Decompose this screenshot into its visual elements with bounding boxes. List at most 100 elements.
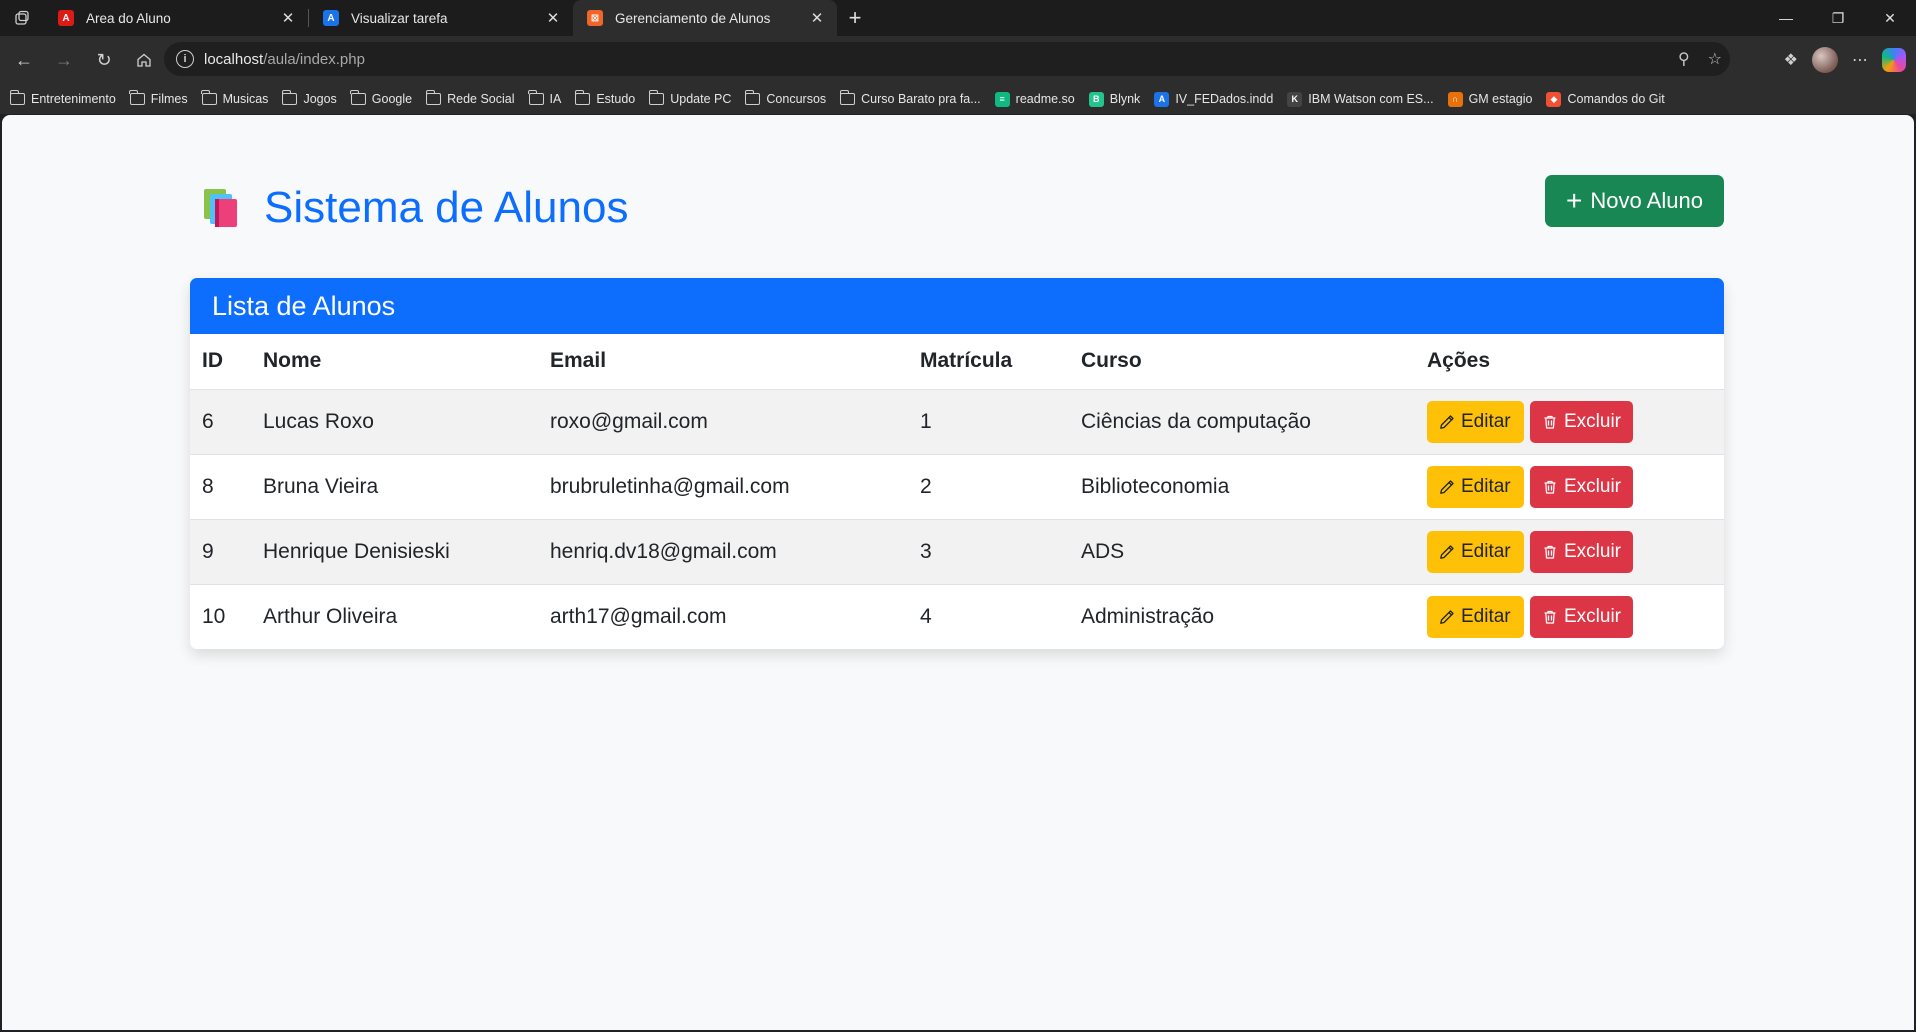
tab-strip: A Area do Aluno ✕ A Visualizar tarefa ✕ ⊠ Geren… [0, 0, 1916, 36]
delete-label: Excluir [1564, 540, 1622, 562]
browser-tab[interactable]: ⊠ Gerenciamento de Alunos ✕ [573, 0, 837, 36]
site-favicon-icon: ◆ [1546, 91, 1562, 107]
site-favicon-icon: K [1287, 91, 1303, 107]
bookmark-label: Update PC [670, 92, 732, 106]
cell-matricula: 2 [908, 454, 1069, 520]
browser-tab[interactable]: A Visualizar tarefa ✕ [309, 0, 573, 36]
students-table: ID Nome Email Matrícula Curso Ações 6 Luc… [190, 334, 1724, 649]
forward-button[interactable]: → [44, 42, 84, 78]
cell-id: 6 [190, 389, 251, 455]
column-header-acoes: Ações [1415, 334, 1724, 390]
bookmark-item[interactable]: K IBM Watson com ES... [1287, 91, 1441, 107]
column-header-email: Email [538, 334, 908, 390]
tab-close-icon[interactable]: ✕ [278, 8, 298, 28]
bookmark-label: Rede Social [447, 92, 515, 106]
pencil-icon [1439, 414, 1455, 430]
bookmark-label: IBM Watson com ES... [1308, 92, 1434, 106]
bookmark-item[interactable]: ◆ Comandos do Git [1546, 91, 1672, 107]
new-tab-button[interactable]: + [837, 0, 873, 36]
site-favicon-icon: ≡ [994, 91, 1010, 107]
extensions-icon[interactable]: ❖ [1784, 50, 1798, 70]
minimize-button[interactable]: — [1760, 0, 1812, 36]
cell-acoes: Editar Excluir [1415, 389, 1724, 455]
column-header-id: ID [190, 334, 251, 390]
bookmarks-bar: Entretenimento Filmes Musicas Jogos Google Re… [0, 84, 1916, 114]
browser-tab[interactable]: A Area do Aluno ✕ [44, 0, 308, 36]
new-student-label: Novo Aluno [1590, 188, 1703, 213]
bookmark-label: IA [549, 92, 562, 106]
tab-title: Gerenciamento de Alunos [615, 10, 771, 26]
folder-icon [281, 90, 298, 105]
delete-label: Excluir [1564, 475, 1622, 497]
cell-nome: Lucas Roxo [251, 389, 538, 455]
more-menu-icon[interactable]: ⋯ [1852, 50, 1868, 70]
card-title: Lista de Alunos [190, 278, 1724, 334]
reload-button[interactable]: ↻ [84, 42, 124, 78]
bookmark-item[interactable]: Concursos [744, 90, 834, 106]
folder-icon [350, 90, 366, 105]
edit-label: Editar [1461, 605, 1511, 627]
page-title: Sistema de Alunos [264, 183, 629, 232]
bookmark-item[interactable]: Estudo [574, 90, 643, 106]
table-row: 10 Arthur Oliveira arth17@gmail.com 4 Admini… [190, 584, 1724, 649]
copilot-icon[interactable] [1882, 48, 1906, 72]
bookmark-item[interactable]: Curso Barato pra fa... [839, 90, 989, 106]
bookmark-item[interactable]: Google [350, 90, 420, 106]
bookmark-item[interactable]: Entretenimento [9, 90, 124, 106]
bookmark-item[interactable]: A IV_FEDados.indd [1154, 91, 1281, 107]
column-header-nome: Nome [251, 334, 538, 390]
cell-id: 8 [190, 454, 251, 520]
folder-icon [9, 90, 25, 105]
favorite-star-icon[interactable]: ☆ [1708, 49, 1722, 69]
folder-icon [129, 90, 145, 105]
edit-button[interactable]: Editar [1427, 465, 1524, 508]
delete-button[interactable]: Excluir [1530, 465, 1633, 508]
edit-button[interactable]: Editar [1427, 400, 1524, 443]
cell-acoes: Editar Excluir [1415, 584, 1724, 649]
restore-button[interactable]: ❐ [1812, 0, 1864, 36]
column-header-matricula: Matrícula [908, 334, 1069, 390]
bookmark-label: Estudo [596, 92, 636, 106]
bookmark-item[interactable]: Jogos [281, 90, 344, 106]
table-row: 6 Lucas Roxo roxo@gmail.com 1 Ciências da co… [190, 389, 1724, 455]
bookmark-item[interactable]: Filmes [129, 90, 196, 106]
bookmark-item[interactable]: B Blynk [1088, 91, 1149, 107]
cell-matricula: 3 [908, 519, 1069, 585]
delete-button[interactable]: Excluir [1530, 530, 1633, 573]
cell-nome: Henrique Denisieski [251, 519, 538, 585]
bookmark-item[interactable]: Musicas [201, 90, 277, 106]
home-button[interactable] [124, 42, 164, 78]
address-bar[interactable]: i localhost/aula/index.php ⚲ ☆ [164, 42, 1730, 76]
table-header-row: ID Nome Email Matrícula Curso Ações [190, 334, 1724, 390]
bookmark-label: Curso Barato pra fa... [861, 92, 981, 106]
pencil-icon [1439, 609, 1455, 625]
profile-avatar[interactable] [1812, 47, 1838, 73]
bookmark-label: GM estagio [1468, 92, 1533, 106]
navigation-bar: ← → ↻ i localhost/aula/index.php ⚲ ☆ ❖ ⋯ [0, 36, 1916, 84]
tab-close-icon[interactable]: ✕ [543, 8, 563, 28]
edit-label: Editar [1461, 540, 1511, 562]
workspaces-icon[interactable] [0, 0, 44, 36]
cell-email: henriq.dv18@gmail.com [538, 519, 908, 585]
bookmark-item[interactable]: ≡ readme.so [994, 91, 1083, 107]
site-favicon-icon: ∩ [1447, 91, 1463, 107]
delete-button[interactable]: Excluir [1530, 400, 1633, 443]
cell-id: 9 [190, 519, 251, 585]
edit-button[interactable]: Editar [1427, 530, 1524, 573]
table-row: 9 Henrique Denisieski henriq.dv18@gmail.co… [190, 519, 1724, 585]
bookmark-item[interactable]: ∩ GM estagio [1447, 91, 1541, 107]
bookmark-item[interactable]: Update PC [648, 90, 739, 106]
delete-button[interactable]: Excluir [1530, 595, 1633, 638]
back-button[interactable]: ← [4, 42, 44, 78]
pencil-icon [1439, 544, 1455, 560]
edit-button[interactable]: Editar [1427, 595, 1524, 638]
zoom-icon[interactable]: ⚲ [1678, 49, 1690, 69]
students-card: Lista de Alunos ID Nome Email Matrícula … [190, 278, 1724, 649]
tab-close-icon[interactable]: ✕ [807, 8, 827, 28]
close-window-button[interactable]: ✕ [1864, 0, 1916, 36]
folder-icon [201, 90, 217, 105]
bookmark-item[interactable]: IA [528, 90, 570, 106]
new-student-button[interactable]: + Novo Aluno [1545, 175, 1724, 227]
bookmark-item[interactable]: Rede Social [425, 90, 522, 106]
site-info-icon[interactable]: i [176, 50, 194, 68]
